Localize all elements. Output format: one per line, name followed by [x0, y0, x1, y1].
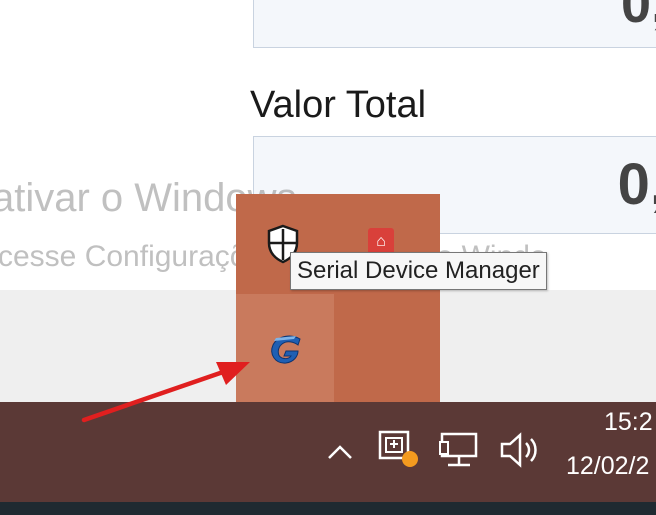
tray-icon-tooltip: Serial Device Manager — [290, 252, 547, 290]
serial-device-manager-icon[interactable] — [266, 332, 308, 368]
notification-badge — [402, 451, 418, 467]
network-icon[interactable] — [438, 428, 482, 472]
screen-bottom-edge — [0, 502, 656, 515]
total-label: Valor Total — [250, 84, 427, 126]
clock-date[interactable]: 12/02/2 — [566, 452, 649, 481]
notification-app-icon[interactable] — [376, 426, 422, 472]
tray-overflow-panel: ⌂ — [236, 194, 440, 404]
top-value-field: 0, — [253, 0, 656, 48]
clock-time[interactable]: 15:2 — [604, 408, 653, 437]
total-value-text: 0, — [617, 152, 656, 217]
chevron-up-icon[interactable] — [322, 436, 358, 468]
volume-icon[interactable] — [498, 428, 544, 472]
taskbar: 15:2 12/02/2 — [0, 402, 656, 502]
top-value-text: 0, — [620, 0, 656, 34]
